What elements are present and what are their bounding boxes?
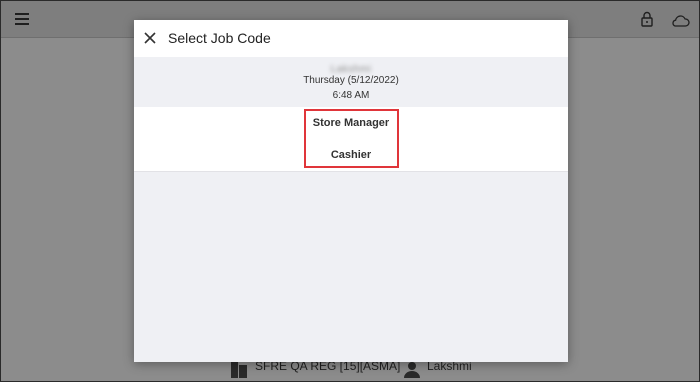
job-option-cashier[interactable]: Cashier <box>134 139 568 172</box>
employee-name: Lakshmi <box>330 64 372 75</box>
dialog-header: Select Job Code <box>134 20 568 57</box>
shift-date: Thursday (5/12/2022) <box>303 75 399 86</box>
job-option-label: Cashier <box>330 149 372 161</box>
job-option-store-manager[interactable]: Store Manager <box>134 107 568 140</box>
app-window: SFRE QA REG [15][ASMA] Lakshmi Select Jo… <box>0 0 700 382</box>
close-icon[interactable] <box>140 28 160 48</box>
dialog-title: Select Job Code <box>168 30 271 46</box>
shift-time: 6:48 AM <box>332 90 370 101</box>
lock-icon[interactable] <box>641 11 653 27</box>
terminal-icon <box>231 361 247 378</box>
cloud-icon[interactable] <box>670 13 690 27</box>
select-job-code-dialog: Select Job Code Lakshmi Thursday (5/12/2… <box>134 20 568 362</box>
user-icon <box>404 362 420 378</box>
hamburger-menu-icon[interactable] <box>15 13 29 25</box>
job-option-label: Store Manager <box>312 117 390 129</box>
